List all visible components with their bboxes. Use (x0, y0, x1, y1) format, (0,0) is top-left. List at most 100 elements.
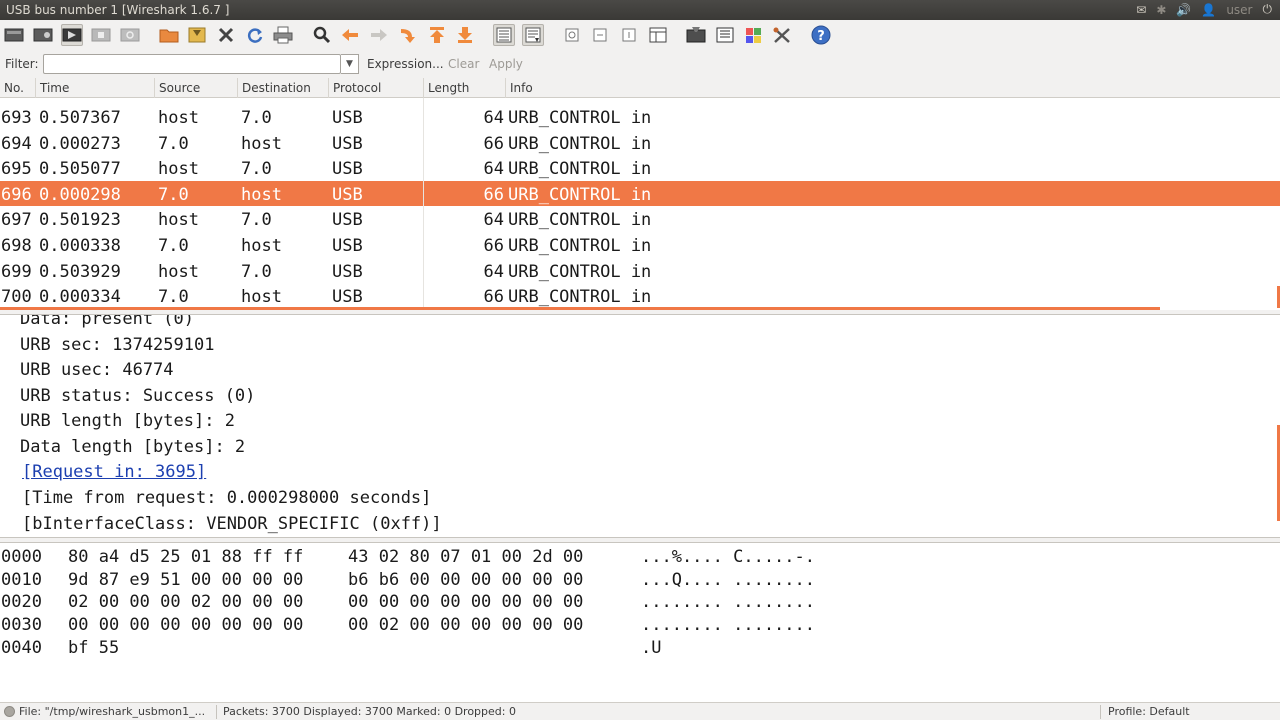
detail-line[interactable]: URB sec: 1374259101 (20, 335, 214, 355)
packet-row[interactable]: 695 0.505077 host 7.0 USB 64 URB_CONTROL… (0, 155, 1280, 181)
print-icon[interactable] (272, 24, 294, 46)
status-divider (1100, 705, 1101, 719)
hex-offset: 0040 (1, 638, 42, 658)
capture-filters-icon[interactable] (685, 24, 707, 46)
go-back-icon[interactable] (339, 24, 361, 46)
save-file-icon[interactable] (186, 24, 208, 46)
restart-capture-icon[interactable] (119, 24, 141, 46)
clear-button[interactable]: Clear (448, 57, 479, 71)
column-divider[interactable] (154, 78, 155, 98)
status-profile[interactable]: Profile: Default (1108, 705, 1190, 718)
title-bar: USB bus number 1 [Wireshark 1.6.7 ] ✉ ✱ … (0, 0, 1280, 20)
packet-row[interactable]: 698 0.000338 7.0 host USB 66 URB_CONTROL… (0, 232, 1280, 258)
column-divider[interactable] (35, 78, 36, 98)
zoom-out-icon[interactable] (589, 24, 611, 46)
hex-row[interactable]: 0000 80 a4 d5 25 01 88 ff ff 43 02 80 07… (0, 545, 1280, 568)
packet-no: 699 (1, 261, 32, 282)
request-in-link[interactable]: [Request in: 3695] (22, 462, 206, 482)
filter-dropdown-button[interactable]: ▼ (341, 54, 359, 74)
packet-bytes-pane[interactable]: 0000 80 a4 d5 25 01 88 ff ff 43 02 80 07… (0, 542, 1280, 702)
packet-row-selected[interactable]: 696 0.000298 7.0 host USB 66 URB_CONTROL… (0, 180, 1280, 207)
column-header-protocol[interactable]: Protocol (333, 81, 381, 95)
capture-options-icon[interactable] (32, 24, 54, 46)
detail-line[interactable]: [bInterfaceClass: VENDOR_SPECIFIC (0xff)… (22, 514, 442, 534)
packet-source: host (158, 159, 199, 180)
resize-columns-icon[interactable] (647, 24, 669, 46)
detail-line[interactable]: Data: present (0) (20, 315, 194, 329)
detail-line[interactable]: URB length [bytes]: 2 (20, 411, 235, 431)
hex-ascii: ........ ........ (641, 592, 815, 612)
expert-info-icon[interactable] (4, 706, 15, 717)
user-name[interactable]: user (1226, 3, 1252, 17)
user-icon[interactable]: 👤 (1201, 3, 1216, 17)
volume-icon[interactable]: 🔊 (1176, 3, 1191, 17)
detail-line[interactable]: URB usec: 46774 (20, 360, 174, 380)
close-file-icon[interactable] (215, 24, 237, 46)
packet-row[interactable]: 699 0.503929 host 7.0 USB 64 URB_CONTROL… (0, 258, 1280, 284)
packet-length: 66 (483, 287, 504, 308)
go-last-icon[interactable] (454, 24, 476, 46)
hex-row[interactable]: 0020 02 00 00 00 02 00 00 00 00 00 00 00… (0, 590, 1280, 613)
interface-list-icon[interactable] (3, 24, 25, 46)
go-first-icon[interactable] (426, 24, 448, 46)
preferences-icon[interactable] (771, 24, 793, 46)
hex-row[interactable]: 0040 bf 55 .U (0, 636, 1280, 659)
hex-row[interactable]: 0030 00 00 00 00 00 00 00 00 00 02 00 00… (0, 613, 1280, 636)
packet-list[interactable]: 693 0.507367 host 7.0 USB 64 URB_CONTROL… (0, 98, 1280, 310)
hex-bytes: 9d 87 e9 51 00 00 00 00 (68, 570, 304, 590)
packet-time: 0.503929 (39, 261, 121, 282)
open-file-icon[interactable] (158, 24, 180, 46)
start-capture-icon[interactable] (61, 24, 83, 46)
filter-input[interactable] (43, 54, 341, 74)
packet-no: 697 (1, 210, 32, 231)
find-icon[interactable] (311, 24, 333, 46)
column-divider[interactable] (237, 78, 238, 98)
hex-offset: 0010 (1, 570, 42, 590)
column-divider[interactable] (328, 78, 329, 98)
packet-protocol: USB (332, 261, 363, 282)
power-icon[interactable]: ⏻ (1263, 2, 1273, 17)
packet-destination: host (241, 133, 282, 154)
go-forward-icon[interactable] (368, 24, 390, 46)
detail-line[interactable]: [Time from request: 0.000298000 seconds] (22, 488, 431, 508)
column-header-source[interactable]: Source (159, 81, 200, 95)
column-header-destination[interactable]: Destination (242, 81, 311, 95)
packet-row[interactable]: 694 0.000273 7.0 host USB 66 URB_CONTROL… (0, 130, 1280, 156)
hex-offset: 0000 (1, 547, 42, 567)
hex-row[interactable]: 0010 9d 87 e9 51 00 00 00 00 b6 b6 00 00… (0, 568, 1280, 591)
column-header-time[interactable]: Time (40, 81, 69, 95)
packet-list-header: No. Time Source Destination Protocol Len… (0, 78, 1280, 98)
svg-text:?: ? (817, 29, 825, 44)
column-divider[interactable] (505, 78, 506, 98)
packet-row[interactable]: 693 0.507367 host 7.0 USB 64 URB_CONTROL… (0, 104, 1280, 130)
detail-line[interactable]: URB status: Success (0) (20, 386, 255, 406)
packet-details-pane[interactable]: Data: present (0) URB sec: 1374259101 UR… (0, 314, 1280, 538)
column-header-no[interactable]: No. (4, 81, 24, 95)
packet-row[interactable]: 697 0.501923 host 7.0 USB 64 URB_CONTROL… (0, 206, 1280, 232)
reload-icon[interactable] (244, 24, 266, 46)
autoscroll-icon[interactable] (522, 24, 544, 46)
packet-no: 696 (1, 184, 32, 205)
bluetooth-icon[interactable]: ✱ (1156, 3, 1166, 17)
colorize-icon[interactable] (493, 24, 515, 46)
hex-bytes: 00 00 00 00 00 00 00 00 (68, 615, 304, 635)
mail-icon[interactable]: ✉ (1136, 3, 1146, 17)
stop-capture-icon[interactable] (90, 24, 112, 46)
packet-list-scroll-indicator[interactable] (0, 307, 1160, 310)
packet-time: 0.000334 (39, 287, 121, 308)
packet-no: 700 (1, 287, 32, 308)
expression-button[interactable]: Expression... (367, 57, 444, 71)
coloring-rules-icon[interactable] (743, 24, 765, 46)
column-header-info[interactable]: Info (510, 81, 533, 95)
column-header-length[interactable]: Length (428, 81, 469, 95)
apply-button[interactable]: Apply (489, 57, 523, 71)
zoom-in-icon[interactable] (561, 24, 583, 46)
help-icon[interactable]: ? (810, 24, 832, 46)
display-filters-icon[interactable] (714, 24, 736, 46)
go-to-packet-icon[interactable] (397, 24, 419, 46)
packet-row[interactable]: 700 0.000334 7.0 host USB 66 URB_CONTROL… (0, 283, 1280, 309)
detail-line[interactable]: Data length [bytes]: 2 (20, 437, 245, 457)
normal-size-icon[interactable] (618, 24, 640, 46)
column-divider[interactable] (423, 78, 424, 98)
packet-destination: 7.0 (241, 159, 272, 180)
